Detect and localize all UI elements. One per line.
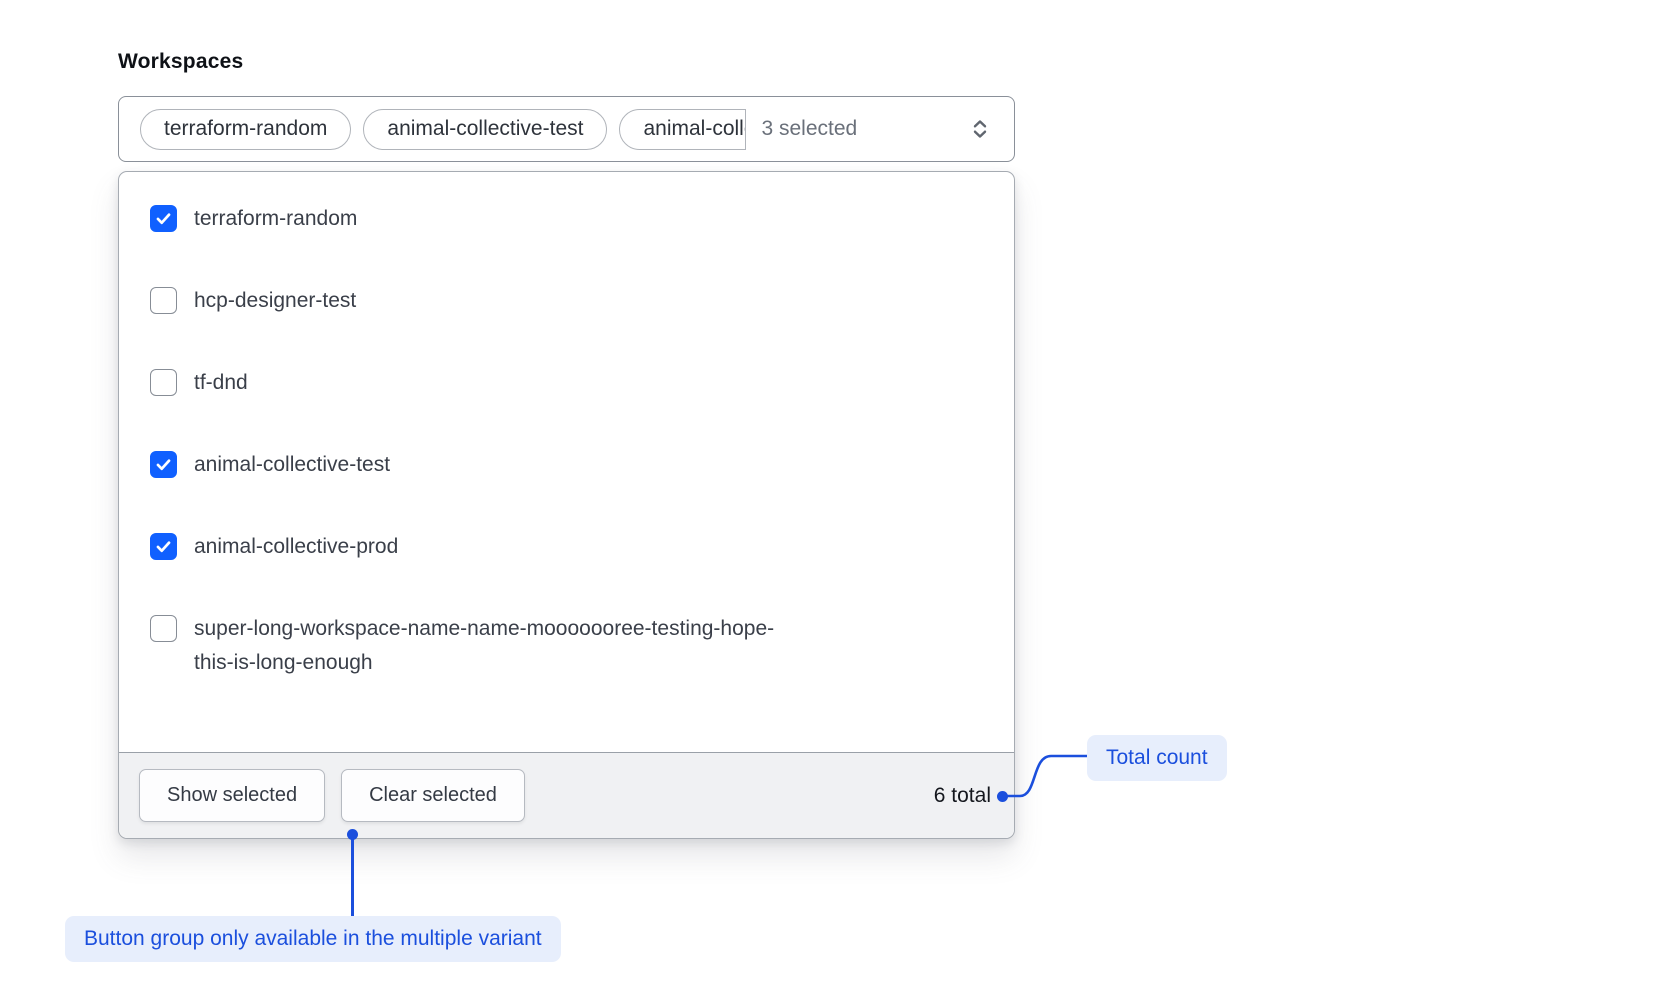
check-icon — [154, 209, 173, 228]
checkbox[interactable] — [150, 205, 177, 232]
annotation-total-count: Total count — [1087, 735, 1227, 781]
screen: Workspaces terraform-random animal-collec… — [0, 0, 1672, 1008]
checkbox[interactable] — [150, 451, 177, 478]
selected-tag: terraform-random — [140, 109, 351, 150]
checkbox[interactable] — [150, 533, 177, 560]
workspaces-multiselect: Workspaces terraform-random animal-collec… — [118, 50, 1015, 839]
option-label: animal-collective-prod — [194, 530, 398, 564]
check-icon — [154, 537, 173, 556]
clear-selected-button[interactable]: Clear selected — [341, 769, 525, 822]
listbox-option[interactable]: animal-collective-prod — [150, 530, 990, 564]
selected-tag-clipped: animal-collective-prod — [619, 109, 746, 150]
checkbox[interactable] — [150, 287, 177, 314]
option-label: animal-collective-test — [194, 448, 390, 482]
field-label: Workspaces — [118, 50, 1015, 74]
annotation-button-group: Button group only available in the multi… — [65, 916, 561, 962]
selected-count: 3 selected — [761, 117, 857, 141]
listbox-option[interactable]: super-long-workspace-name-name-moooooore… — [150, 612, 990, 680]
selected-tag: animal-collective-test — [363, 109, 607, 150]
check-icon — [154, 455, 173, 474]
annotation-connector-total — [1005, 746, 1091, 802]
show-selected-button[interactable]: Show selected — [139, 769, 325, 822]
listbox-footer: Show selected Clear selected 6 total — [119, 752, 1014, 838]
checkbox[interactable] — [150, 369, 177, 396]
annotation-connector-button-group — [351, 838, 354, 916]
listbox-option[interactable]: terraform-random — [150, 202, 990, 236]
listbox-panel: terraform-random hcp-designer-test tf-dn… — [118, 171, 1015, 839]
listbox-option[interactable]: hcp-designer-test — [150, 284, 990, 318]
option-label: super-long-workspace-name-name-moooooore… — [194, 612, 804, 680]
listbox-option[interactable]: animal-collective-test — [150, 448, 990, 482]
listbox-option[interactable]: tf-dnd — [150, 366, 990, 400]
option-list: terraform-random hcp-designer-test tf-dn… — [119, 172, 1014, 752]
selected-tags: terraform-random animal-collective-test an… — [140, 109, 746, 150]
checkbox[interactable] — [150, 615, 177, 642]
multiselect-trigger[interactable]: terraform-random animal-collective-test an… — [118, 96, 1015, 162]
option-label: hcp-designer-test — [194, 284, 356, 318]
option-label: tf-dnd — [194, 366, 248, 400]
selected-tag: animal-collective-prod — [619, 109, 746, 150]
total-count-text: 6 total — [934, 784, 991, 808]
option-label: terraform-random — [194, 202, 357, 236]
chevrons-up-down-icon — [968, 117, 992, 141]
